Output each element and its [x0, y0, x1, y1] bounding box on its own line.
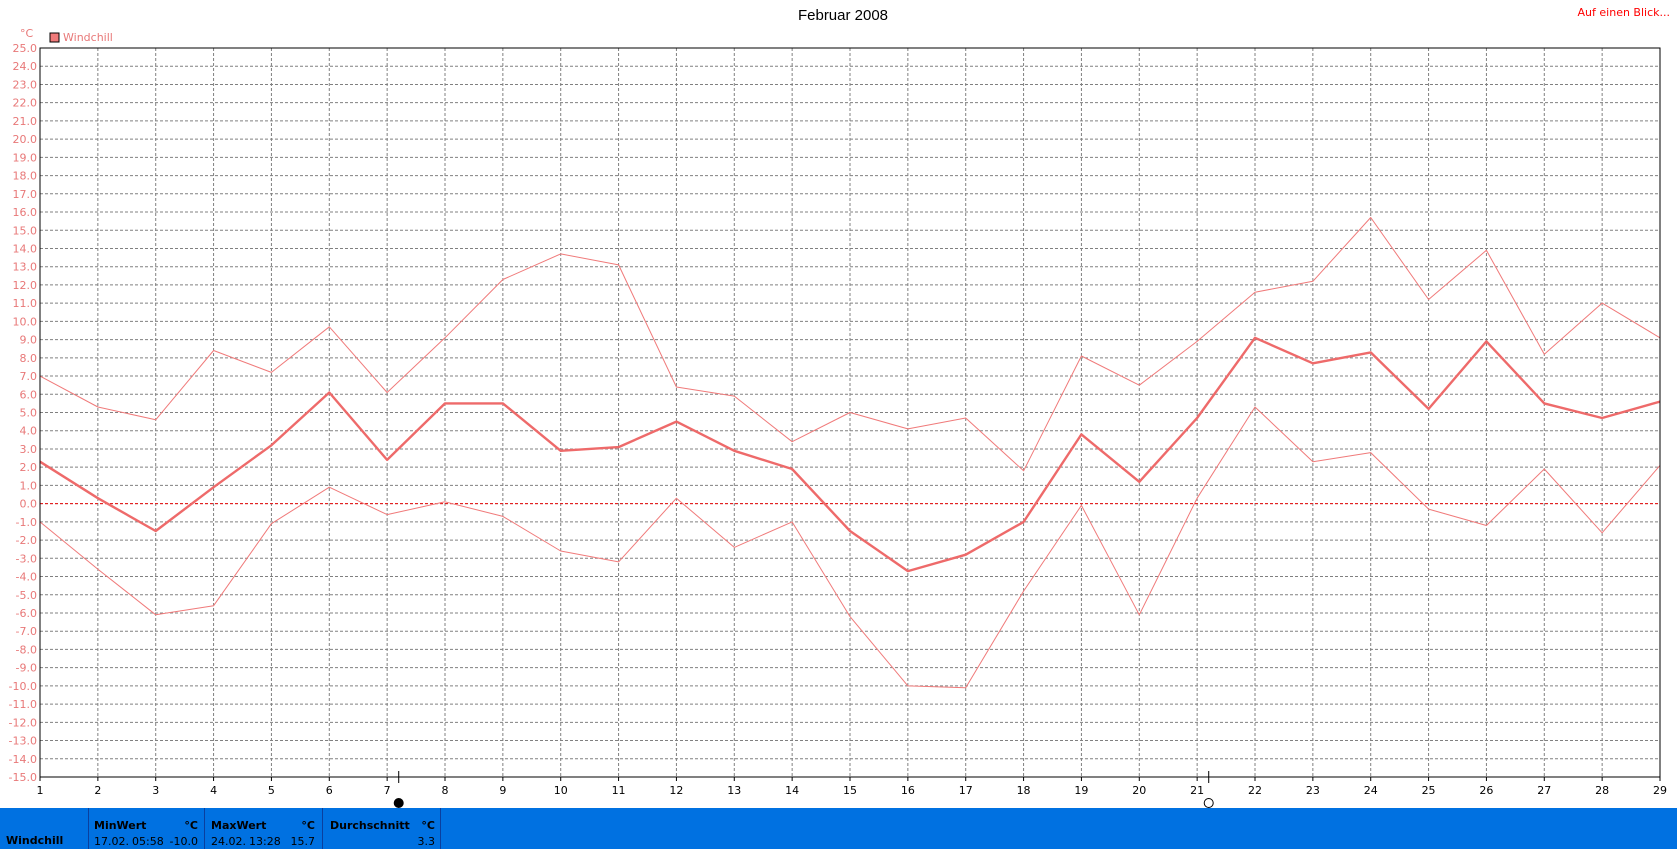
stats-series-label: Windchill: [6, 834, 64, 847]
y-tick-label: -4.0: [16, 571, 37, 584]
y-tick-label: -7.0: [16, 625, 37, 638]
y-tick-label: -2.0: [16, 534, 37, 547]
max-unit: °C: [301, 819, 315, 832]
x-tick-label: 23: [1306, 784, 1320, 797]
min-date: 17.02.: [94, 835, 129, 848]
y-tick-label: 1.0: [20, 479, 38, 492]
y-tick-label: 10.0: [13, 315, 38, 328]
y-tick-label: 11.0: [13, 297, 38, 310]
y-tick-label: 21.0: [13, 115, 38, 128]
y-tick-label: -3.0: [16, 552, 37, 565]
y-axis-unit: °C: [20, 27, 34, 40]
legend-label: Windchill: [63, 31, 113, 44]
y-tick-label: -9.0: [16, 662, 37, 675]
x-tick-label: 20: [1132, 784, 1146, 797]
y-tick-label: -5.0: [16, 589, 37, 602]
y-tick-label: 17.0: [13, 188, 38, 201]
x-tick-label: 13: [727, 784, 741, 797]
x-tick-label: 5: [268, 784, 275, 797]
y-tick-label: 25.0: [13, 42, 38, 55]
x-tick-label: 27: [1537, 784, 1551, 797]
min-value: -10.0: [169, 835, 198, 848]
max-value: 15.7: [290, 835, 316, 848]
y-tick-label: -12.0: [9, 716, 37, 729]
y-tick-label: 13.0: [13, 261, 38, 274]
x-tick-label: 17: [959, 784, 973, 797]
legend: Windchill: [49, 31, 113, 44]
y-tick-label: -13.0: [9, 735, 37, 748]
x-tick-label: 6: [326, 784, 333, 797]
stats-divider: [88, 808, 89, 849]
x-tick-label: 10: [554, 784, 568, 797]
y-tick-label: 5.0: [20, 407, 38, 420]
y-tick-label: 6.0: [20, 388, 38, 401]
x-tick-label: 15: [843, 784, 857, 797]
y-tick-label: 22.0: [13, 97, 38, 110]
y-tick-label: 12.0: [13, 279, 38, 292]
x-tick-label: 25: [1422, 784, 1436, 797]
y-tick-label: 4.0: [20, 425, 38, 438]
x-tick-label: 26: [1479, 784, 1493, 797]
y-tick-label: 15.0: [13, 224, 38, 237]
x-tick-label: 9: [499, 784, 506, 797]
y-tick-label: -10.0: [9, 680, 37, 693]
y-tick-label: 9.0: [20, 334, 38, 347]
avg-value: 3.3: [417, 835, 436, 848]
legend-swatch: [49, 32, 60, 43]
x-tick-label: 8: [442, 784, 449, 797]
avg-header: Durchschnitt: [330, 819, 410, 832]
y-tick-label: 18.0: [13, 170, 38, 183]
x-tick-label: 2: [94, 784, 101, 797]
x-tick-label: 21: [1190, 784, 1204, 797]
max-date: 24.02.: [211, 835, 246, 848]
x-tick-label: 14: [785, 784, 799, 797]
y-tick-label: 24.0: [13, 60, 38, 73]
y-tick-label: -15.0: [9, 771, 37, 784]
y-tick-label: -6.0: [16, 607, 37, 620]
x-tick-label: 29: [1653, 784, 1667, 797]
y-tick-label: -11.0: [9, 698, 37, 711]
y-tick-label: 2.0: [20, 461, 38, 474]
y-tick-label: -14.0: [9, 753, 37, 766]
x-tick-label: 16: [901, 784, 915, 797]
y-tick-label: 7.0: [20, 370, 38, 383]
max-header: MaxWert: [211, 819, 267, 832]
overview-link[interactable]: Auf einen Blick...: [1578, 6, 1670, 19]
moon-markers: [393, 771, 1214, 808]
min-unit: °C: [184, 819, 198, 832]
chart-title: Februar 2008: [798, 7, 888, 24]
stats-bar: Windchill MinWert °C 17.02. 05:58 -10.0 …: [0, 808, 1677, 849]
x-tick-label: 4: [210, 784, 217, 797]
x-tick-label: 1: [37, 784, 44, 797]
x-tick-label: 24: [1364, 784, 1378, 797]
y-tick-label: -1.0: [16, 516, 37, 529]
y-tick-label: 0.0: [20, 498, 38, 511]
y-axis-ticks: 25.0 24.0 23.0 22.0 21.0 20.0 19.0 18.0 17.0 16.0…: [9, 42, 37, 784]
x-tick-label: 19: [1074, 784, 1088, 797]
x-tick-label: 11: [612, 784, 626, 797]
stats-divider: [204, 808, 205, 849]
y-tick-label: 23.0: [13, 78, 38, 91]
full-moon-icon: [1203, 798, 1214, 808]
y-tick-label: 19.0: [13, 151, 38, 164]
y-tick-label: 8.0: [20, 352, 38, 365]
x-axis-ticks: 1 2 3 4 5 6 7 8 9 10 11 12 13 14 15 16 17 18 19 20 21 22 23 24 2…: [37, 777, 1667, 797]
x-tick-label: 18: [1017, 784, 1031, 797]
x-tick-label: 3: [152, 784, 159, 797]
y-tick-label: 14.0: [13, 242, 38, 255]
windchill-chart: Februar 2008 Auf einen Blick... °C Windc…: [9, 6, 1670, 808]
avg-unit: °C: [421, 819, 435, 832]
new-moon-icon: [393, 798, 404, 808]
y-tick-label: 3.0: [20, 443, 38, 456]
x-tick-label: 12: [669, 784, 683, 797]
min-header: MinWert: [94, 819, 147, 832]
y-tick-label: 16.0: [13, 206, 38, 219]
y-tick-label: 20.0: [13, 133, 38, 146]
stats-divider: [440, 808, 441, 849]
y-tick-label: -8.0: [16, 643, 37, 656]
stats-divider: [322, 808, 323, 849]
x-tick-label: 22: [1248, 784, 1262, 797]
x-tick-label: 28: [1595, 784, 1609, 797]
x-tick-label: 7: [384, 784, 391, 797]
